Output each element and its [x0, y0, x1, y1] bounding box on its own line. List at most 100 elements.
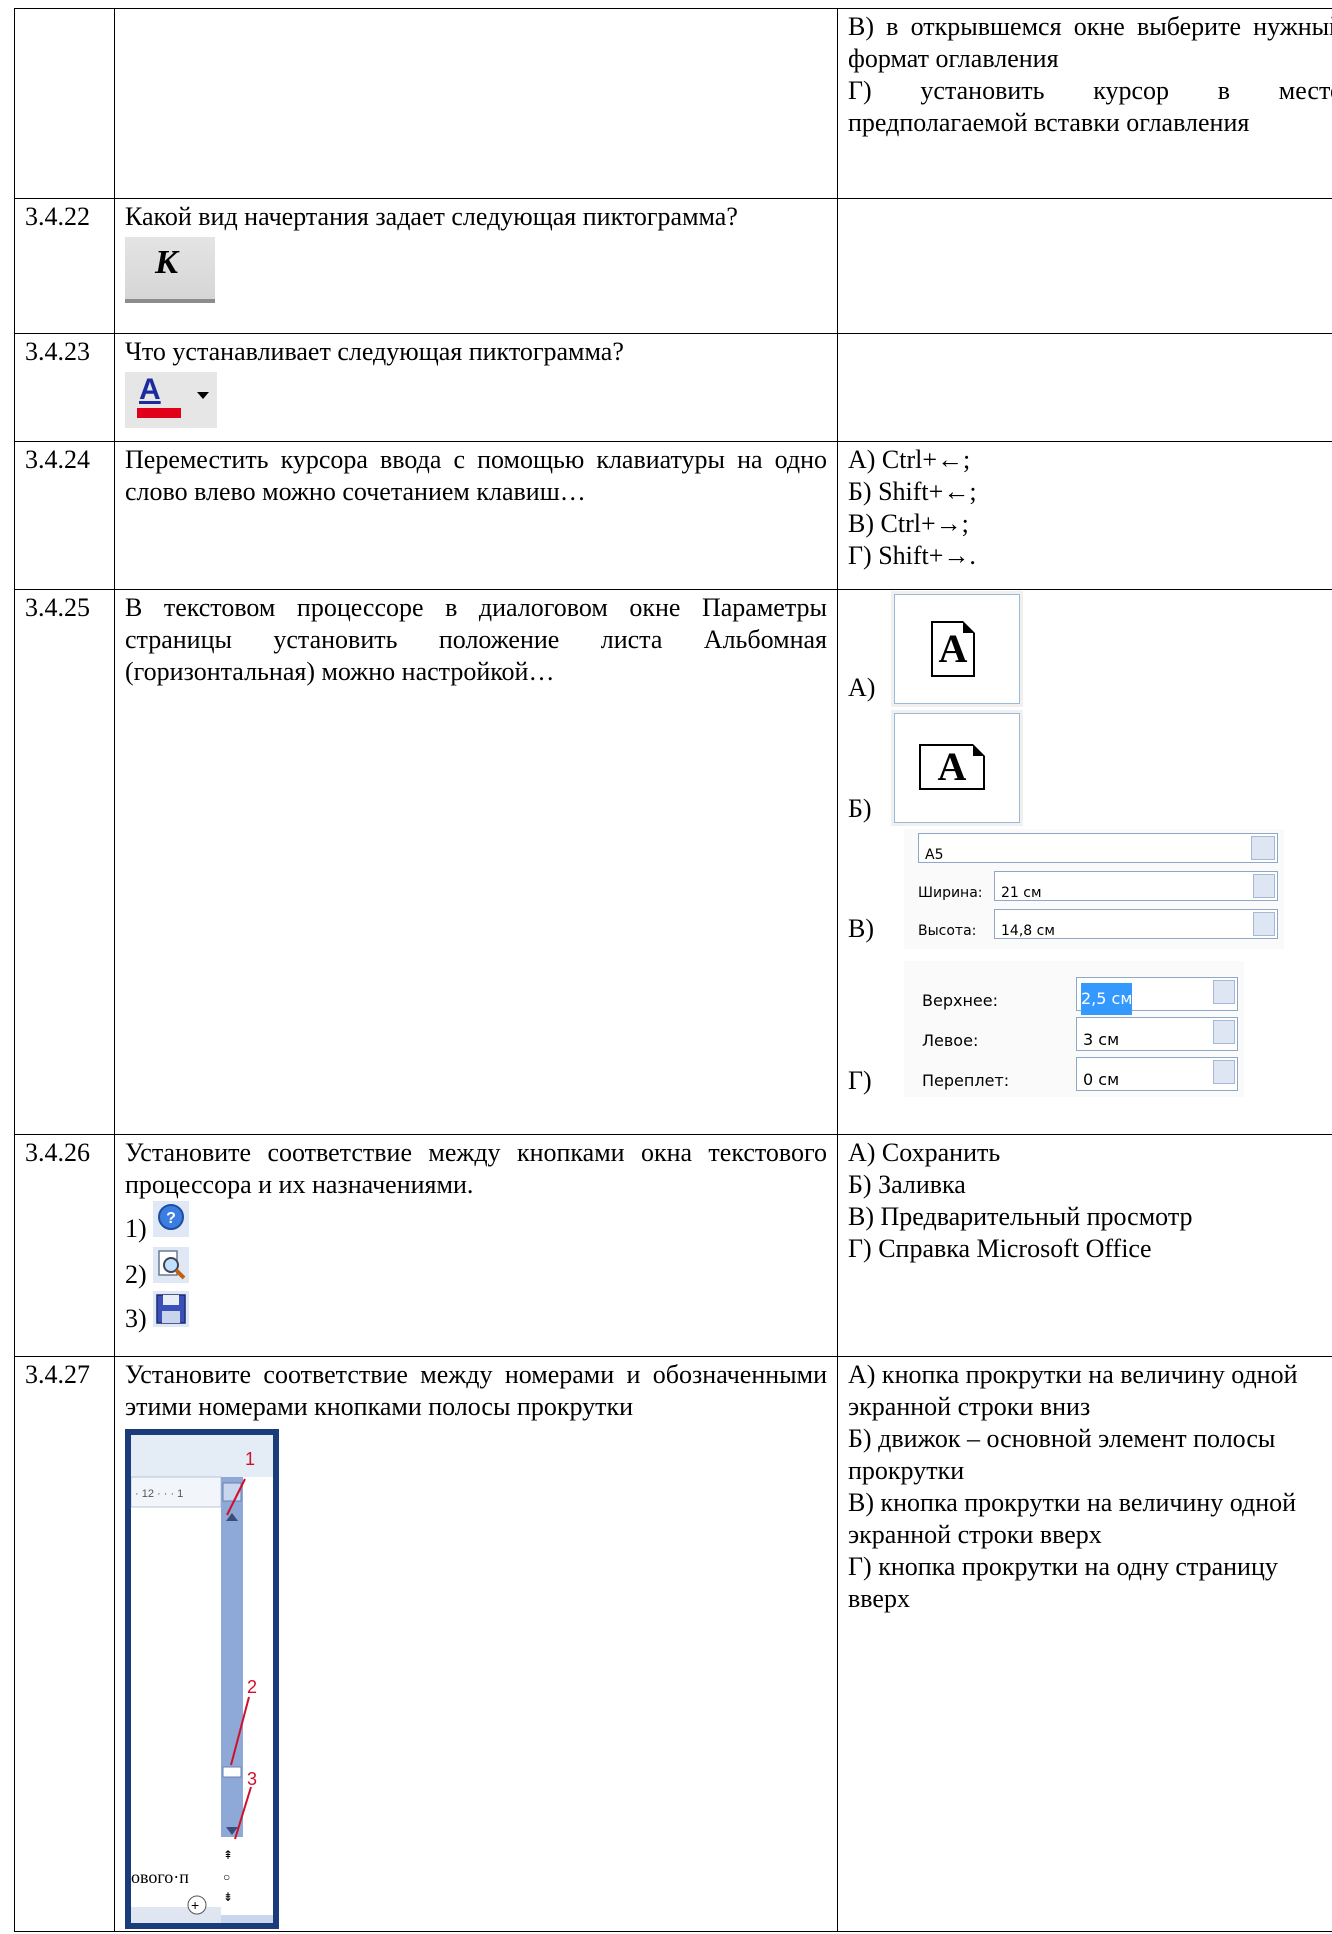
button-item: 3) [125, 1291, 827, 1335]
print-preview-icon [153, 1247, 190, 1283]
question-text: Переместить курсора ввода с помощью клав… [125, 445, 827, 506]
callout-1: 1 [245, 1449, 255, 1469]
answer-cell: А) Ctrl+←; Б) Shift+←; В) Ctrl+→; Г) Shi… [837, 441, 1332, 590]
answer-option: А) Сохранить [848, 1138, 1001, 1167]
portrait-page: A [931, 621, 975, 677]
table-row: В) в открывшемся окне выберите нужный фо… [14, 8, 1332, 199]
answer-option: Б) движок – основной элемент полосы прок… [848, 1424, 1276, 1485]
question-text: Что устанавливает следующая пиктограмма? [125, 337, 624, 366]
button-item: 1) ? [125, 1201, 827, 1247]
item-label: 1) [125, 1214, 147, 1243]
callout-2: 2 [247, 1677, 257, 1697]
answer-option: В) в открывшемся окне выберите нужный фо… [848, 12, 1332, 73]
chevron-down-icon[interactable] [1251, 836, 1275, 860]
ruler-text: · 12 · · · 1 [135, 1488, 183, 1500]
answer-cell [837, 198, 1332, 334]
paper-size-select[interactable]: A5 [918, 833, 1278, 863]
answer-option: А) Ctrl+←; [848, 445, 971, 474]
table-row: 3.4.22 Какой вид начертания задает следу… [14, 198, 1332, 334]
left-margin-field[interactable]: 3 см [1076, 1017, 1238, 1051]
answer-cell: А) A Б) A В) A5 Ширина: 21 см Высота: 14… [837, 589, 1332, 1135]
row-number: 3.4.26 [14, 1134, 115, 1357]
answer-cell [837, 333, 1332, 442]
question-cell: Какой вид начертания задает следующая пи… [114, 198, 838, 334]
spin-button-icon[interactable] [1253, 874, 1275, 898]
question-text: Какой вид начертания задает следующая пи… [125, 202, 738, 231]
answer-option: Г) кнопка прокрутки на одну страницу вве… [848, 1552, 1278, 1613]
row-number: 3.4.24 [14, 441, 115, 590]
table-row: 3.4.27 Установите соответствие между ном… [14, 1356, 1332, 1932]
answer-option: В) [848, 914, 874, 943]
table-row: 3.4.25 В текстовом процессоре в диалогов… [14, 589, 1332, 1135]
question-cell: В текстовом процессоре в диалоговом окне… [114, 589, 838, 1135]
answer-option: В) кнопка прокрутки на величину одной эк… [848, 1488, 1297, 1549]
scrollbar-figure: · 12 · · · 1 ⇞ ○ ⇟ ового·п + 1 2 3 [125, 1429, 279, 1929]
option-b: Б) A [848, 707, 1332, 829]
item-label: 3) [125, 1304, 147, 1333]
table-row: 3.4.26 Установите соответствие между кно… [14, 1134, 1332, 1357]
top-margin-label: Верхнее: [922, 991, 998, 1010]
svg-text:⇟: ⇟ [223, 1890, 233, 1904]
answer-option: Б) [848, 794, 872, 823]
row-number [14, 8, 115, 199]
option-a: А) A [848, 592, 1332, 707]
row-number: 3.4.22 [14, 198, 115, 334]
dropdown-arrow-icon [197, 392, 209, 399]
spin-button-icon[interactable] [1213, 1020, 1235, 1044]
font-color-icon: A [125, 372, 217, 428]
row-number: 3.4.25 [14, 589, 115, 1135]
height-label: Высота: [918, 923, 977, 939]
table-row: 3.4.23 Что устанавливает следующая пикто… [14, 333, 1332, 442]
spin-button-icon[interactable] [1213, 980, 1235, 1004]
question-table: В) в открывшемся окне выберите нужный фо… [14, 8, 1332, 1932]
question-cell: Что устанавливает следующая пиктограмма?… [114, 333, 838, 442]
landscape-orientation-icon: A [894, 713, 1020, 823]
question-cell: Установите соответствие между кнопками о… [114, 1134, 838, 1357]
question-cell [114, 8, 838, 199]
question-cell: Установите соответствие между номерами и… [114, 1356, 838, 1932]
row-number: 3.4.23 [14, 333, 115, 442]
option-d: Г) Верхнее: 2,5 см Левое: 3 см Переплет:… [848, 961, 1332, 1101]
italic-icon: К [125, 237, 215, 303]
width-label: Ширина: [918, 885, 983, 901]
doc-text: ового·п [131, 1867, 189, 1887]
margins-panel: Верхнее: 2,5 см Левое: 3 см Переплет: 0 … [904, 961, 1244, 1097]
paper-size-panel: A5 Ширина: 21 см Высота: 14,8 см [904, 829, 1284, 949]
answer-option: Г) Shift+→. [848, 541, 976, 570]
table-row: 3.4.24 Переместить курсора ввода с помощ… [14, 441, 1332, 590]
answer-option: Б) Заливка [848, 1170, 966, 1199]
svg-text:?: ? [166, 1210, 176, 1227]
help-icon: ? [153, 1201, 190, 1237]
height-field[interactable]: 14,8 см [994, 909, 1278, 939]
left-margin-label: Левое: [922, 1031, 979, 1050]
answer-option: В) Предварительный просмотр [848, 1202, 1193, 1231]
scroll-thumb [222, 1766, 242, 1778]
italic-letter: К [155, 244, 179, 281]
option-c: В) A5 Ширина: 21 см Высота: 14,8 см [848, 829, 1332, 961]
svg-text:○: ○ [223, 1870, 230, 1884]
width-field[interactable]: 21 см [994, 871, 1278, 901]
answer-cell: В) в открывшемся окне выберите нужный фо… [837, 8, 1332, 199]
answer-option: А) [848, 673, 876, 702]
question-text: Установите соответствие между номерами и… [125, 1360, 827, 1421]
svg-text:+: + [191, 1897, 199, 1913]
spin-button-icon[interactable] [1213, 1060, 1235, 1084]
scrollbar-drawing: · 12 · · · 1 ⇞ ○ ⇟ ового·п + 1 2 3 [130, 1435, 273, 1923]
question-cell: Переместить курсора ввода с помощью клав… [114, 441, 838, 590]
button-item: 2) [125, 1247, 827, 1291]
spin-button-icon[interactable] [1253, 912, 1275, 936]
top-margin-field[interactable]: 2,5 см [1076, 977, 1238, 1015]
answer-option: Г) [848, 1066, 872, 1095]
item-label: 2) [125, 1260, 147, 1289]
font-color-letter: A [139, 373, 161, 406]
answer-option: В) Ctrl+→; [848, 509, 969, 538]
answer-option: Г) Справка Microsoft Office [848, 1234, 1152, 1263]
question-text: В текстовом процессоре в диалоговом окне… [125, 593, 827, 686]
gutter-label: Переплет: [922, 1071, 1010, 1090]
answer-option: Б) Shift+←; [848, 477, 977, 506]
answer-cell: А) Сохранить Б) Заливка В) Предварительн… [837, 1134, 1332, 1357]
answer-cell: А) кнопка прокрутки на величину одной эк… [837, 1356, 1332, 1932]
callout-3: 3 [247, 1769, 257, 1789]
gutter-field[interactable]: 0 см [1076, 1057, 1238, 1091]
answer-option: Г) установить курсор в место предполагае… [848, 76, 1332, 137]
